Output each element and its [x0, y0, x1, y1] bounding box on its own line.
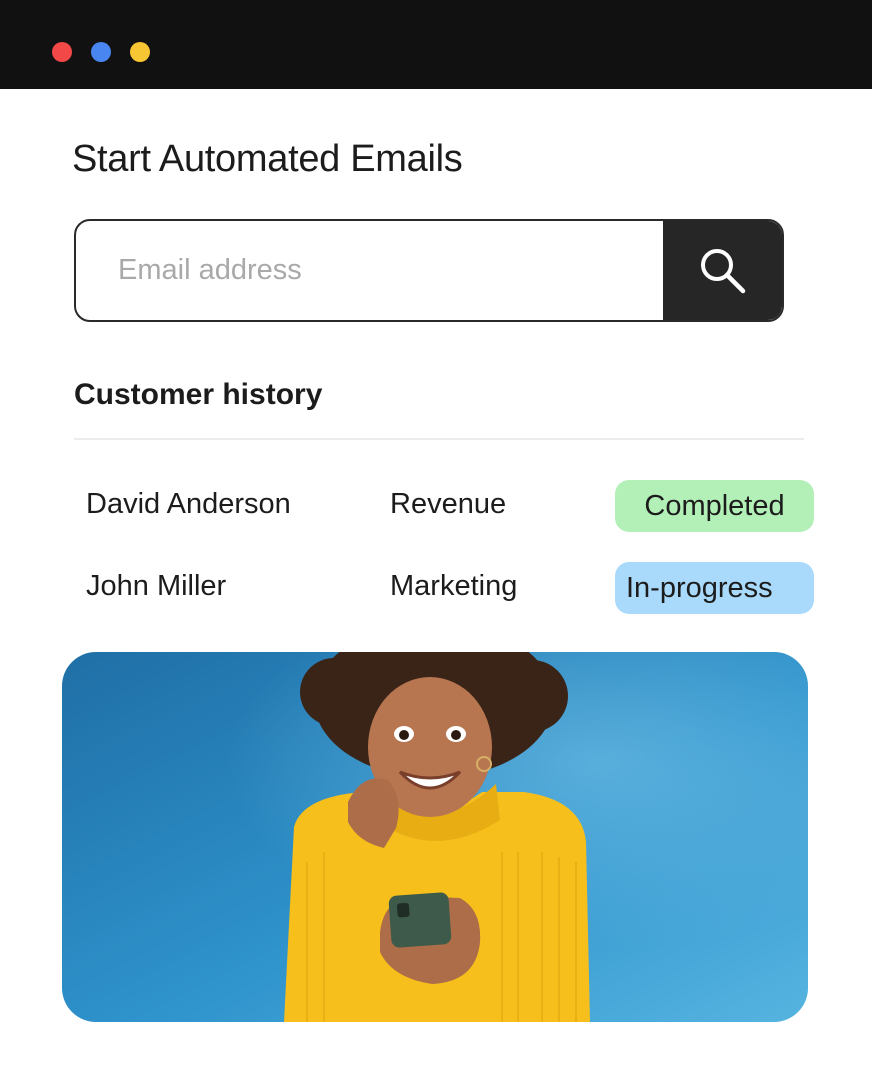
email-search-bar: [74, 219, 784, 322]
woman-with-phone-illustration: [62, 652, 808, 1022]
email-input[interactable]: [76, 221, 666, 320]
search-button[interactable]: [663, 221, 782, 320]
status-badge: In-progress: [615, 562, 814, 614]
customer-department: Marketing: [390, 570, 518, 602]
section-heading: Customer history: [74, 378, 323, 411]
close-window-dot[interactable]: [52, 42, 72, 62]
search-icon: [700, 248, 745, 293]
customer-department: Revenue: [390, 488, 507, 520]
history-row[interactable]: John Miller Marketing In-progress: [0, 562, 872, 614]
window-titlebar: [0, 0, 872, 89]
history-row[interactable]: David Anderson Revenue Completed: [0, 480, 872, 532]
customer-name: John Miller: [86, 570, 227, 602]
customer-photo: [62, 652, 808, 1022]
maximize-window-dot[interactable]: [130, 42, 150, 62]
customer-name: David Anderson: [86, 488, 291, 520]
page-title: Start Automated Emails: [72, 138, 463, 180]
status-badge: Completed: [615, 480, 814, 532]
minimize-window-dot[interactable]: [91, 42, 111, 62]
divider: [74, 438, 804, 440]
